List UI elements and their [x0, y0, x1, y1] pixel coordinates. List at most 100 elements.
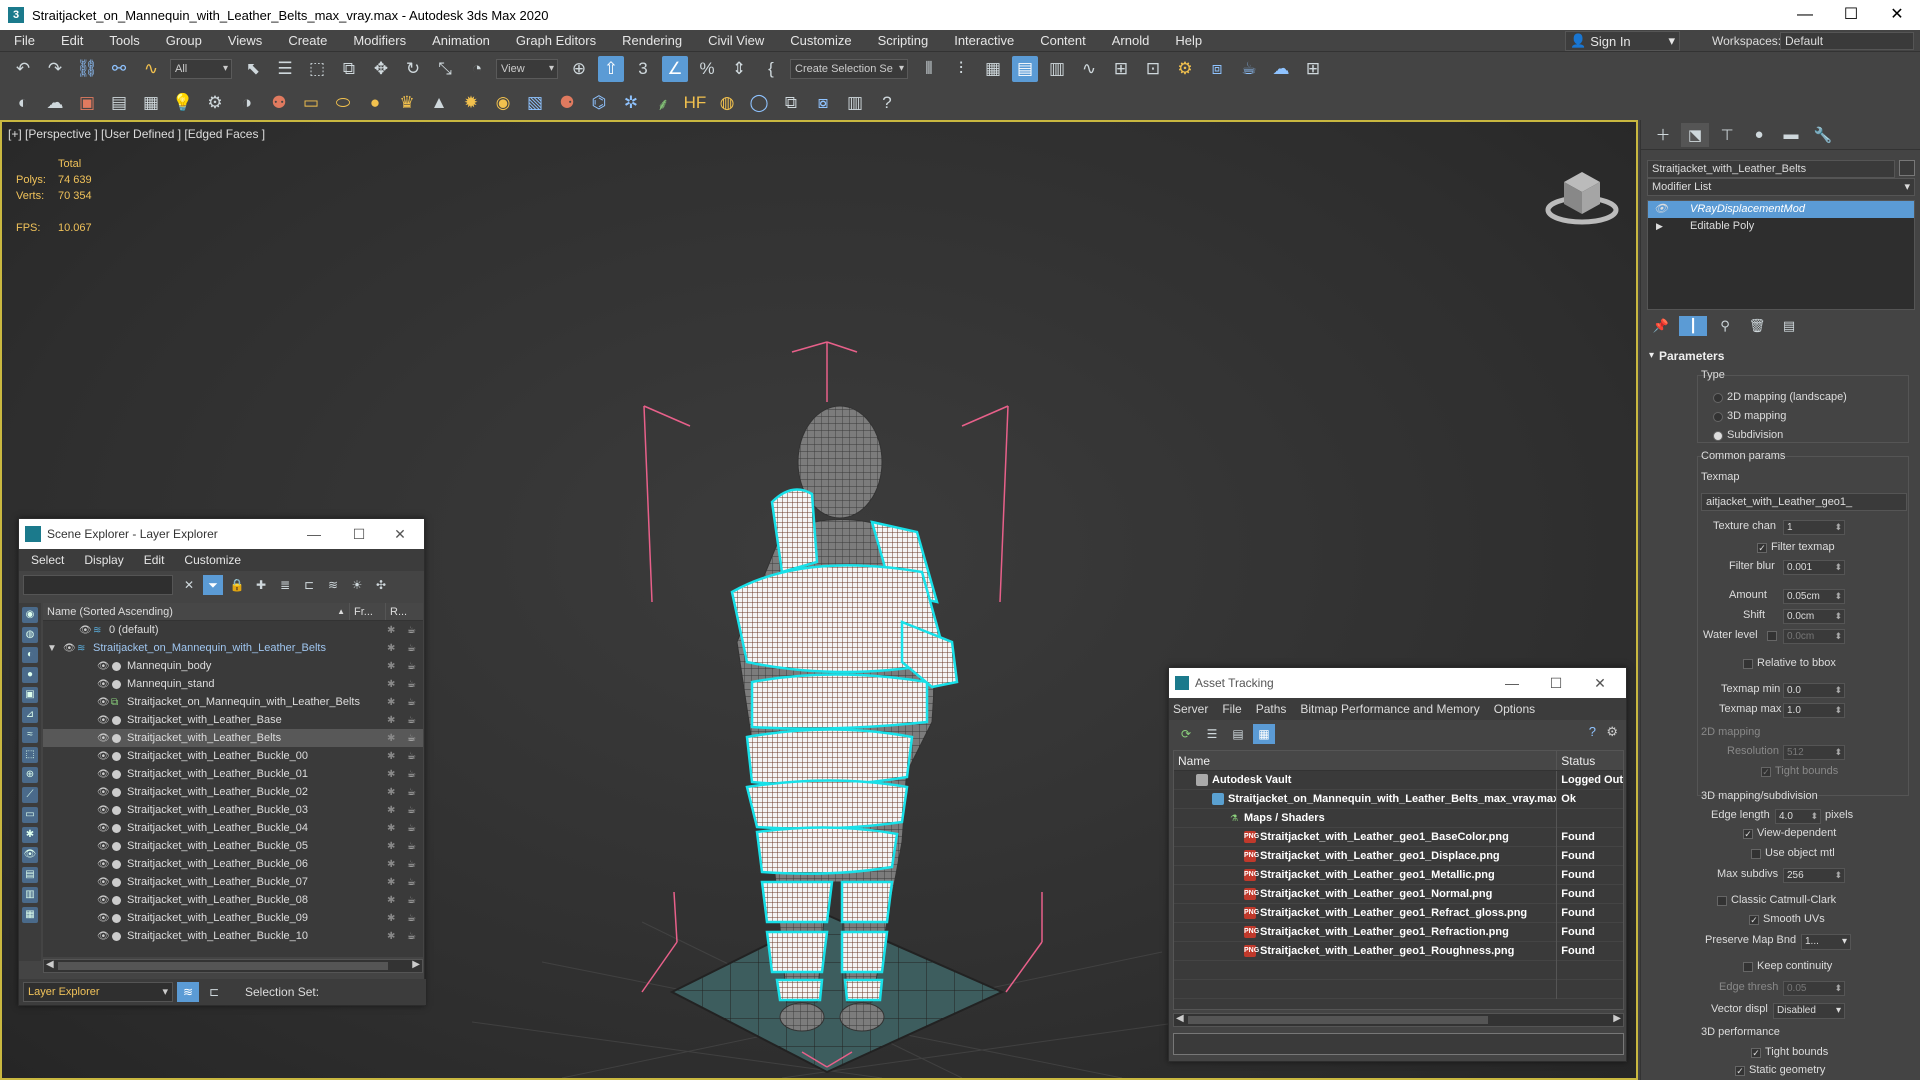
- stack-item-vraydisplacementmod[interactable]: 👁 VRayDisplacementMod: [1648, 201, 1914, 218]
- render-production-icon[interactable]: ☕: [1236, 56, 1262, 82]
- maximize-icon[interactable]: ☐: [1534, 668, 1578, 698]
- hierarchy-tab-icon[interactable]: ⊤: [1713, 123, 1741, 147]
- menu-rendering[interactable]: Rendering: [608, 30, 694, 52]
- scene-explorer-row[interactable]: ▼ 👁 ≋ Straitjacket_on_Mannequin_with_Leathe…: [43, 639, 423, 657]
- create-layer-icon[interactable]: ≣: [275, 575, 295, 595]
- renderable-toggle-icon[interactable]: ☕: [407, 733, 416, 744]
- asset-row[interactable]: ⚗ Maps / Shaders: [1174, 808, 1623, 828]
- visibility-eye-icon[interactable]: 👁: [97, 877, 110, 888]
- help-icon[interactable]: ?: [874, 90, 900, 116]
- tight-bounds-2d-checkbox[interactable]: ✓: [1761, 767, 1771, 777]
- max-subdivs-spinner[interactable]: 256: [1783, 868, 1845, 883]
- asset-tracking-status-field[interactable]: [1173, 1033, 1624, 1055]
- vray-plane-icon[interactable]: ▧: [522, 90, 548, 116]
- percent-snap-icon[interactable]: %: [694, 56, 720, 82]
- redo-icon[interactable]: ↷: [42, 56, 68, 82]
- vray-cloud-submit-icon[interactable]: ⧇: [810, 90, 836, 116]
- scene-explorer-row[interactable]: 👁 Straitjacket_with_Leather_Buckle_09 ✱ ☕: [43, 909, 423, 927]
- display-all-icon[interactable]: ◉: [22, 607, 38, 623]
- menu-edit[interactable]: Edit: [47, 30, 95, 52]
- vray-fur-grass-icon[interactable]: ⸙: [650, 90, 676, 116]
- menu-graph-editors[interactable]: Graph Editors: [502, 30, 608, 52]
- toggle-layer-explorer-icon[interactable]: ▤: [1012, 56, 1038, 82]
- viewcube-icon[interactable]: [1542, 152, 1622, 232]
- scene-explorer-row[interactable]: 👁 Straitjacket_with_Leather_Buckle_07 ✱ ☕: [43, 873, 423, 891]
- visibility-eye-icon[interactable]: 👁: [97, 823, 110, 834]
- freeze-toggle-icon[interactable]: ✱: [387, 733, 395, 744]
- freeze-toggle-icon[interactable]: ✱: [387, 895, 395, 906]
- scene-explorer-row[interactable]: 👁 Straitjacket_with_Leather_Buckle_10 ✱ ☕: [43, 927, 423, 945]
- scrollbar-thumb[interactable]: [58, 962, 388, 970]
- maximize-icon[interactable]: ☐: [339, 519, 379, 549]
- vray-render-elements-icon[interactable]: ⧉: [778, 90, 804, 116]
- asset-row[interactable]: PNG Straitjacket_with_Leather_geo1_BaseCo…: [1174, 827, 1623, 847]
- at-menu-bitmap-performance[interactable]: Bitmap Performance and Memory: [1300, 702, 1479, 716]
- asset-row[interactable]: PNG Straitjacket_with_Leather_geo1_Refrac…: [1174, 903, 1623, 923]
- freeze-toggle-icon[interactable]: ✱: [387, 877, 395, 888]
- asset-row[interactable]: PNG Straitjacket_with_Leather_geo1_Refrac…: [1174, 922, 1623, 942]
- freeze-toggle-icon[interactable]: ✱: [387, 859, 395, 870]
- maximize-button[interactable]: ☐: [1828, 0, 1874, 30]
- scene-explorer-title-bar[interactable]: Scene Explorer - Layer Explorer — ☐ ✕: [19, 519, 424, 549]
- scroll-right-icon[interactable]: ▶: [412, 959, 420, 970]
- close-icon[interactable]: ✕: [1578, 668, 1622, 698]
- thumbnail-view-icon[interactable]: ▤: [1227, 724, 1249, 744]
- vray-material-icon[interactable]: ▦: [138, 90, 164, 116]
- schematic-view-icon[interactable]: ⊞: [1108, 56, 1134, 82]
- snaps-toggle-icon[interactable]: 3: [630, 56, 656, 82]
- show-end-result-icon[interactable]: ┃: [1679, 316, 1707, 336]
- freeze-toggle-icon[interactable]: ✱: [387, 661, 395, 672]
- scale-icon[interactable]: ⤡: [432, 56, 458, 82]
- menu-customize[interactable]: Customize: [776, 30, 863, 52]
- pin-stack-icon[interactable]: 📌: [1647, 316, 1675, 336]
- display-helpers-icon[interactable]: ⊿: [22, 707, 38, 723]
- mirror-icon[interactable]: ⫴: [916, 56, 942, 82]
- scene-explorer-horizontal-scrollbar[interactable]: ◀ ▶: [43, 959, 423, 973]
- visibility-eye-icon[interactable]: 👁: [97, 679, 110, 690]
- pivot-center-icon[interactable]: ⊕: [566, 56, 592, 82]
- freeze-toggle-icon[interactable]: ✱: [387, 715, 395, 726]
- menu-interactive[interactable]: Interactive: [940, 30, 1026, 52]
- vray-camera-icon[interactable]: ⚙: [202, 90, 228, 116]
- water-level-checkbox[interactable]: [1767, 631, 1777, 641]
- sign-in-dropdown[interactable]: 👤 Sign In ▾: [1565, 31, 1680, 51]
- object-name-field[interactable]: Straitjacket_with_Leather_Belts: [1647, 160, 1895, 178]
- scene-explorer-row[interactable]: 👁 Straitjacket_with_Leather_Buckle_02 ✱ ☕: [43, 783, 423, 801]
- freeze-toggle-icon[interactable]: ✱: [387, 625, 395, 636]
- vray-volume-grid-icon[interactable]: ✲: [618, 90, 644, 116]
- align-icon[interactable]: ⫶: [948, 56, 974, 82]
- texmap-button[interactable]: aitjacket_with_Leather_geo1_: [1701, 493, 1907, 511]
- visibility-eye-icon[interactable]: 👁: [79, 625, 92, 636]
- toggle-scene-explorer-icon[interactable]: ▦: [980, 56, 1006, 82]
- menu-animation[interactable]: Animation: [418, 30, 502, 52]
- stack-item-editable-poly[interactable]: ▶ Editable Poly: [1648, 218, 1914, 235]
- undo-icon[interactable]: ↶: [10, 56, 36, 82]
- vray-fur-icon[interactable]: ⚈: [554, 90, 580, 116]
- motion-tab-icon[interactable]: ●: [1745, 123, 1773, 147]
- vray-mesh-export-icon[interactable]: ◑: [234, 90, 260, 116]
- radio-2d-mapping[interactable]: [1713, 393, 1723, 403]
- display-groups-icon[interactable]: ⬚: [22, 747, 38, 763]
- renderable-toggle-icon[interactable]: ☕: [407, 859, 416, 870]
- vray-proxy-icon[interactable]: ⚉: [266, 90, 292, 116]
- renderable-toggle-icon[interactable]: ☕: [407, 625, 416, 636]
- scene-explorer-row[interactable]: 👁 Straitjacket_with_Leather_Base ✱ ☕: [43, 711, 423, 729]
- vray-cloud-icon[interactable]: ☁: [42, 90, 68, 116]
- visibility-eye-icon[interactable]: 👁: [97, 715, 110, 726]
- scroll-right-icon[interactable]: ▶: [1613, 1013, 1621, 1024]
- visibility-eye-icon[interactable]: 👁: [97, 697, 110, 708]
- scene-explorer-row[interactable]: 👁 Straitjacket_with_Leather_Buckle_03 ✱ ☕: [43, 801, 423, 819]
- relative-bbox-checkbox[interactable]: [1743, 659, 1753, 669]
- expand-arrow-icon[interactable]: ▶: [1656, 218, 1663, 235]
- curve-editor-icon[interactable]: ∿: [1076, 56, 1102, 82]
- menu-scripting[interactable]: Scripting: [864, 30, 941, 52]
- material-editor-icon[interactable]: ⊡: [1140, 56, 1166, 82]
- sort-by-layer-icon[interactable]: ≋: [177, 982, 199, 1002]
- modifier-list-dropdown[interactable]: Modifier List: [1647, 178, 1915, 196]
- vray-light-lister-icon[interactable]: 💡: [170, 90, 196, 116]
- clear-search-icon[interactable]: ✕: [179, 575, 199, 595]
- static-geometry-checkbox[interactable]: ✓: [1735, 1066, 1745, 1076]
- display-containers-icon[interactable]: ▭: [22, 807, 38, 823]
- renderable-toggle-icon[interactable]: ☕: [407, 805, 416, 816]
- freeze-toggle-icon[interactable]: ✱: [387, 913, 395, 924]
